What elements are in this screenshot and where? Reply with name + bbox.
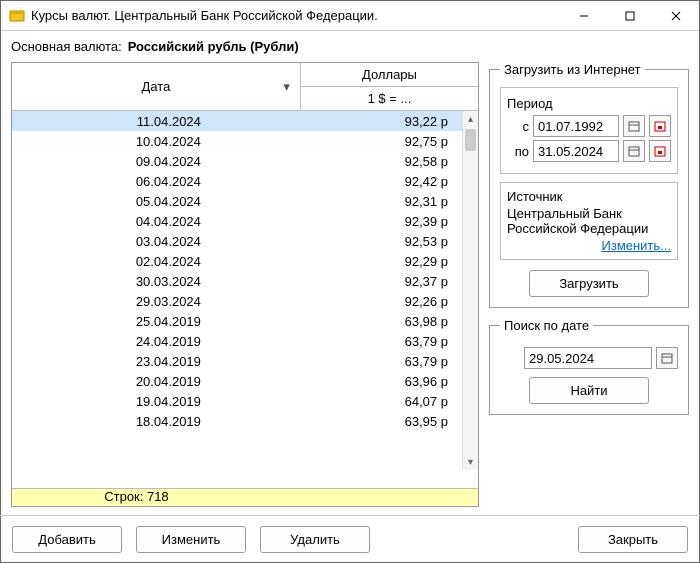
- cell-value: 92,75 р: [301, 134, 478, 149]
- cell-value: 63,96 р: [301, 374, 478, 389]
- table-row[interactable]: 30.03.202492,37 р: [12, 271, 478, 291]
- base-currency-row: Основная валюта: Российский рубль (Рубли…: [1, 31, 699, 62]
- cell-date: 18.04.2019: [12, 414, 301, 429]
- from-label: с: [507, 119, 529, 134]
- cell-value: 92,29 р: [301, 254, 478, 269]
- source-label: Источник: [507, 189, 671, 204]
- cell-value: 93,22 р: [301, 114, 478, 129]
- col-date-header[interactable]: Дата: [142, 79, 171, 94]
- search-by-date-group: Поиск по дате 29.05.2024 Найти: [489, 318, 689, 415]
- cell-date: 11.04.2024: [12, 114, 301, 129]
- close-button[interactable]: [653, 1, 699, 31]
- to-label: по: [507, 144, 529, 159]
- from-clear-button[interactable]: [649, 115, 671, 137]
- search-group-title: Поиск по дате: [500, 318, 593, 333]
- sort-chevron-icon[interactable]: ▾: [283, 79, 290, 95]
- cell-date: 02.04.2024: [12, 254, 301, 269]
- table-row[interactable]: 19.04.201964,07 р: [12, 391, 478, 411]
- find-button[interactable]: Найти: [529, 377, 649, 404]
- search-calendar-button[interactable]: [656, 347, 678, 369]
- table-row[interactable]: 10.04.202492,75 р: [12, 131, 478, 151]
- cell-value: 63,79 р: [301, 354, 478, 369]
- table-row[interactable]: 11.04.202493,22 р: [12, 111, 478, 131]
- cell-date: 30.03.2024: [12, 274, 301, 289]
- base-currency-value: Российский рубль (Рубли): [128, 39, 299, 54]
- to-calendar-button[interactable]: [623, 140, 645, 162]
- cell-date: 25.04.2019: [12, 314, 301, 329]
- base-currency-label: Основная валюта:: [11, 39, 122, 54]
- window-title: Курсы валют. Центральный Банк Российской…: [31, 8, 561, 23]
- source-group: Источник Центральный Банк Российской Фед…: [500, 182, 678, 260]
- load-from-internet-group: Загрузить из Интернет Период с 01.07.199…: [489, 62, 689, 308]
- maximize-button[interactable]: [607, 1, 653, 31]
- cell-date: 24.04.2019: [12, 334, 301, 349]
- scroll-down-icon[interactable]: ▾: [463, 454, 478, 470]
- cell-date: 09.04.2024: [12, 154, 301, 169]
- cell-date: 20.04.2019: [12, 374, 301, 389]
- table-body: 11.04.202493,22 р10.04.202492,75 р09.04.…: [12, 111, 478, 488]
- footer-toolbar: Добавить Изменить Удалить Закрыть: [0, 515, 700, 563]
- table-row[interactable]: 09.04.202492,58 р: [12, 151, 478, 171]
- from-date-input[interactable]: 01.07.1992: [533, 115, 619, 137]
- cell-value: 92,58 р: [301, 154, 478, 169]
- delete-button[interactable]: Удалить: [260, 526, 370, 553]
- table-header: Дата ▾ Доллары 1 $ = ...: [12, 63, 478, 111]
- table-scrollbar[interactable]: ▴ ▾: [462, 111, 478, 470]
- col-rate-header: 1 $ = ...: [301, 87, 478, 110]
- cell-date: 19.04.2019: [12, 394, 301, 409]
- table-row[interactable]: 24.04.201963,79 р: [12, 331, 478, 351]
- table-row[interactable]: 02.04.202492,29 р: [12, 251, 478, 271]
- table-row[interactable]: 18.04.201963,95 р: [12, 411, 478, 431]
- rates-table: Дата ▾ Доллары 1 $ = ... 11.04.202493,22…: [11, 62, 479, 507]
- cell-value: 92,53 р: [301, 234, 478, 249]
- table-row[interactable]: 23.04.201963,79 р: [12, 351, 478, 371]
- cell-value: 63,79 р: [301, 334, 478, 349]
- scroll-up-icon[interactable]: ▴: [463, 111, 478, 127]
- cell-value: 92,39 р: [301, 214, 478, 229]
- period-group: Период с 01.07.1992 по 31.05.2024: [500, 87, 678, 174]
- to-date-input[interactable]: 31.05.2024: [533, 140, 619, 162]
- row-count-label: Строк: 718: [12, 489, 301, 506]
- table-row[interactable]: 06.04.202492,42 р: [12, 171, 478, 191]
- table-footer: Строк: 718: [12, 488, 478, 506]
- cell-date: 04.04.2024: [12, 214, 301, 229]
- search-date-input[interactable]: 29.05.2024: [524, 347, 652, 369]
- cell-value: 92,42 р: [301, 174, 478, 189]
- cell-date: 10.04.2024: [12, 134, 301, 149]
- minimize-button[interactable]: [561, 1, 607, 31]
- edit-button[interactable]: Изменить: [136, 526, 246, 553]
- cell-date: 03.04.2024: [12, 234, 301, 249]
- table-row[interactable]: 05.04.202492,31 р: [12, 191, 478, 211]
- cell-value: 63,95 р: [301, 414, 478, 429]
- cell-value: 63,98 р: [301, 314, 478, 329]
- change-source-link[interactable]: Изменить...: [507, 238, 671, 253]
- close-window-button[interactable]: Закрыть: [578, 526, 688, 553]
- table-row[interactable]: 03.04.202492,53 р: [12, 231, 478, 251]
- cell-date: 29.03.2024: [12, 294, 301, 309]
- source-value: Центральный Банк Российской Федерации: [507, 206, 671, 236]
- cell-value: 92,37 р: [301, 274, 478, 289]
- table-row[interactable]: 04.04.202492,39 р: [12, 211, 478, 231]
- load-button[interactable]: Загрузить: [529, 270, 649, 297]
- titlebar: Курсы валют. Центральный Банк Российской…: [1, 1, 699, 31]
- cell-value: 92,26 р: [301, 294, 478, 309]
- cell-date: 23.04.2019: [12, 354, 301, 369]
- cell-value: 64,07 р: [301, 394, 478, 409]
- add-button[interactable]: Добавить: [12, 526, 122, 553]
- from-calendar-button[interactable]: [623, 115, 645, 137]
- load-group-title: Загрузить из Интернет: [500, 62, 645, 77]
- cell-date: 06.04.2024: [12, 174, 301, 189]
- scroll-thumb[interactable]: [465, 129, 476, 151]
- period-label: Период: [507, 96, 671, 111]
- col-currency-header[interactable]: Доллары: [301, 63, 478, 87]
- cell-date: 05.04.2024: [12, 194, 301, 209]
- table-row[interactable]: 20.04.201963,96 р: [12, 371, 478, 391]
- app-icon: [9, 8, 25, 24]
- table-row[interactable]: 29.03.202492,26 р: [12, 291, 478, 311]
- to-clear-button[interactable]: [649, 140, 671, 162]
- cell-value: 92,31 р: [301, 194, 478, 209]
- table-row[interactable]: 25.04.201963,98 р: [12, 311, 478, 331]
